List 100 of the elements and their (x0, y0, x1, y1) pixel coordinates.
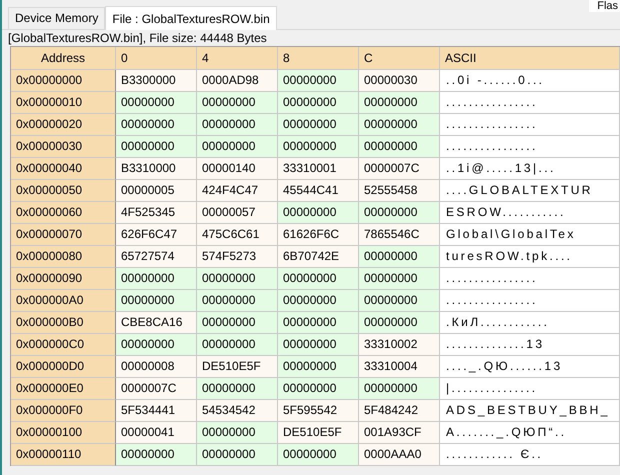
hex-cell: 00000000 (197, 114, 278, 136)
column-header[interactable]: C (359, 47, 440, 70)
hex-cell: 00000000 (197, 268, 278, 290)
ascii-cell: A......._.QЮП“.. (440, 422, 620, 444)
hex-cell: 00000000 (278, 312, 359, 334)
address-cell: 0x00000070 (11, 224, 116, 246)
hex-cell: 00000000 (116, 136, 197, 158)
hex-cell: 00000000 (197, 290, 278, 312)
hex-cell: 475C6C61 (197, 224, 278, 246)
hex-cell: 00000000 (278, 268, 359, 290)
hex-cell: 00000000 (359, 136, 440, 158)
hex-cell: 54534542 (197, 400, 278, 422)
hex-cell: 00000000 (197, 136, 278, 158)
address-cell: 0x00000060 (11, 202, 116, 224)
hex-cell: 00000000 (359, 290, 440, 312)
hex-cell: 001A93CF (359, 422, 440, 444)
ascii-cell: ....GLOBALTEXTUR (440, 180, 620, 202)
hex-cell: B3310000 (116, 158, 197, 180)
hex-cell: 00000000 (116, 268, 197, 290)
hex-cell: 00000000 (278, 136, 359, 158)
column-header[interactable]: 8 (278, 47, 359, 70)
hex-cell: 5F534441 (116, 400, 197, 422)
hex-cell: 00000000 (278, 92, 359, 114)
hex-cell: 00000000 (278, 114, 359, 136)
hex-cell: 00000000 (116, 92, 197, 114)
hex-cell: 00000000 (116, 334, 197, 356)
ascii-cell: ESROW........... (440, 202, 620, 224)
ascii-cell: .КиЛ............ (440, 312, 620, 334)
address-cell: 0x00000100 (11, 422, 116, 444)
hex-cell: 5F595542 (278, 400, 359, 422)
hex-cell: 4F525345 (116, 202, 197, 224)
hex-cell: 6B70742E (278, 246, 359, 268)
address-cell: 0x00000110 (11, 444, 116, 466)
hex-cell: 00000000 (116, 444, 197, 466)
hex-cell: 00000000 (278, 378, 359, 400)
hex-cell: 00000008 (116, 356, 197, 378)
column-header[interactable]: ASCII (440, 47, 620, 70)
hex-cell: 00000041 (116, 422, 197, 444)
hex-cell: 00000000 (278, 202, 359, 224)
hex-cell: 00000000 (197, 444, 278, 466)
address-cell: 0x00000030 (11, 136, 116, 158)
address-cell: 0x00000010 (11, 92, 116, 114)
ascii-cell: ...._.QЮ......13 (440, 356, 620, 378)
column-header[interactable]: 0 (116, 47, 197, 70)
tab[interactable]: Device Memory (8, 7, 106, 29)
hex-cell: 5F484242 (359, 400, 440, 422)
ascii-cell: ..1i@.....13|... (440, 158, 620, 180)
hex-cell: 626F6C47 (116, 224, 197, 246)
hex-cell: 00000000 (359, 268, 440, 290)
ascii-cell: ADS_BESTBUY_BBH_ (440, 400, 620, 422)
hex-cell: 00000140 (197, 158, 278, 180)
hex-cell: 0000007C (116, 378, 197, 400)
hex-cell: 0000007C (359, 158, 440, 180)
hex-cell: 00000000 (197, 312, 278, 334)
hex-cell: 00000005 (116, 180, 197, 202)
address-cell: 0x000000E0 (11, 378, 116, 400)
hex-cell: 7865546C (359, 224, 440, 246)
ascii-cell: Global\GlobalTex (440, 224, 620, 246)
column-header[interactable]: 4 (197, 47, 278, 70)
ascii-cell: ................ (440, 136, 620, 158)
ascii-cell: ................ (440, 114, 620, 136)
hex-cell: 00000000 (197, 422, 278, 444)
hex-cell: 00000000 (359, 114, 440, 136)
column-header[interactable]: Address (11, 47, 116, 70)
hex-cell: 00000000 (197, 92, 278, 114)
address-cell: 0x00000080 (11, 246, 116, 268)
hex-cell: 00000000 (197, 378, 278, 400)
address-cell: 0x00000020 (11, 114, 116, 136)
tab[interactable]: File : GlobalTexturesROW.bin (105, 6, 277, 30)
hex-cell: 33310004 (359, 356, 440, 378)
hex-cell: CBE8CA16 (116, 312, 197, 334)
hex-cell: 424F4C47 (197, 180, 278, 202)
hex-cell: 0000AD98 (197, 70, 278, 92)
ascii-cell: ..0i -......0... (440, 70, 620, 92)
hex-cell: 61626F6C (278, 224, 359, 246)
ascii-cell: ............ Є.. (440, 444, 620, 466)
address-cell: 0x000000D0 (11, 356, 116, 378)
hex-cell: 33310002 (359, 334, 440, 356)
ascii-cell: |............... (440, 378, 620, 400)
hex-cell: 00000000 (278, 290, 359, 312)
hex-cell: 00000000 (278, 334, 359, 356)
hex-cell: 00000000 (359, 246, 440, 268)
ascii-cell: ................ (440, 290, 620, 312)
hex-cell: 00000000 (197, 334, 278, 356)
address-cell: 0x000000A0 (11, 290, 116, 312)
hex-cell: 00000000 (116, 290, 197, 312)
hex-cell: 52555458 (359, 180, 440, 202)
ascii-cell: ................ (440, 268, 620, 290)
hex-cell: 00000000 (359, 312, 440, 334)
hex-cell: 0000AAA0 (359, 444, 440, 466)
hex-cell: 00000000 (278, 444, 359, 466)
hex-cell: 574F5273 (197, 246, 278, 268)
hex-cell: 00000000 (359, 378, 440, 400)
ascii-cell: ................ (440, 92, 620, 114)
ascii-cell: turesROW.tpk.... (440, 246, 620, 268)
hex-cell: 00000000 (278, 356, 359, 378)
hex-cell: 65727574 (116, 246, 197, 268)
address-cell: 0x000000C0 (11, 334, 116, 356)
file-info-text: [GlobalTexturesROW.bin], File size: 44448 Bytes (7, 30, 268, 46)
corner-label: Flas (589, 0, 620, 12)
